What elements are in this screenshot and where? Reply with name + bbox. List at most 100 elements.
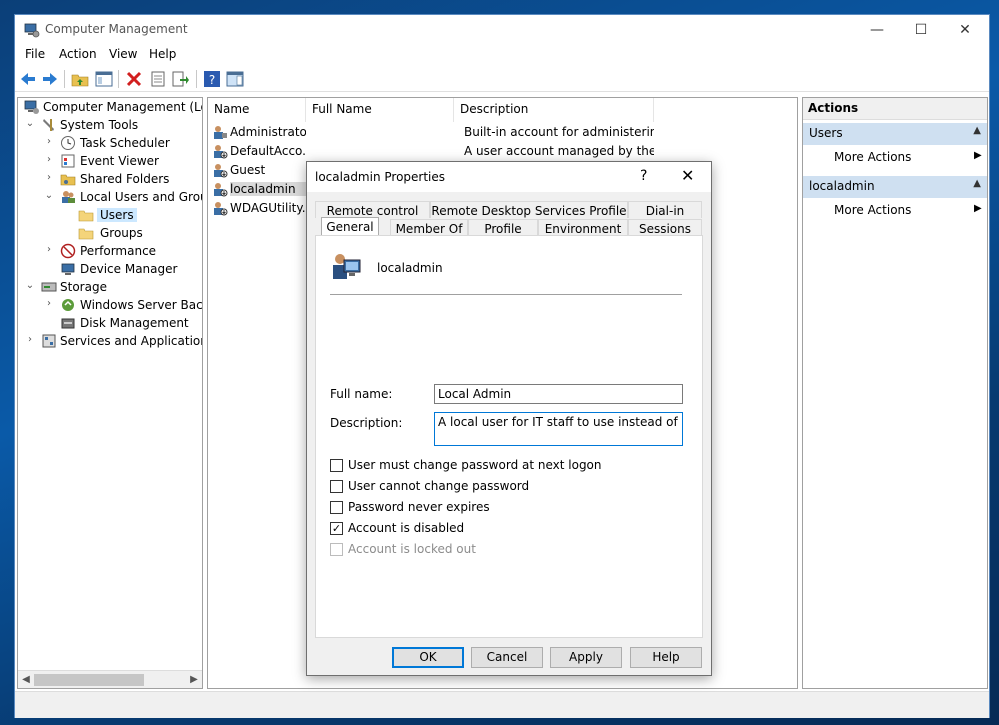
menu-action[interactable]: Action (59, 47, 97, 61)
table-row[interactable]: Administrator Built-in account for admin… (212, 123, 662, 142)
tree-label: Device Manager (80, 262, 178, 276)
tree-item-users[interactable]: Users (22, 207, 202, 225)
chevron-down-icon[interactable]: ⌄ (44, 190, 54, 204)
services-icon (42, 334, 56, 348)
checkbox-box[interactable] (330, 501, 343, 514)
chevron-right-icon[interactable]: › (44, 172, 54, 186)
show-hide-tree-icon[interactable] (95, 70, 113, 88)
more-actions-localadmin[interactable]: More Actions ▶ (834, 203, 984, 217)
export-list-icon[interactable] (171, 70, 189, 88)
console-tree[interactable]: Computer Management (Local ⌄ System Tool… (17, 97, 203, 689)
tab-sessions[interactable]: Sessions (628, 219, 702, 236)
tree-item-performance[interactable]: › Performance (22, 243, 202, 261)
tab-environment[interactable]: Environment (538, 219, 628, 236)
menu-file[interactable]: File (25, 47, 45, 61)
checkbox-account-disabled[interactable]: ✓ Account is disabled (330, 521, 630, 537)
forward-arrow-icon[interactable] (41, 70, 59, 88)
checkbox-label: Password never expires (348, 500, 490, 514)
tree-item-storage[interactable]: ⌄ Storage (22, 279, 202, 297)
actions-section-localadmin[interactable]: localadmin ▲ (803, 176, 987, 198)
close-icon[interactable]: ✕ (681, 166, 694, 185)
chevron-down-icon[interactable]: ⌄ (25, 118, 35, 132)
tab-dial-in[interactable]: Dial-in (628, 201, 702, 218)
column-header-name[interactable]: Name (208, 98, 306, 122)
user-name: Guest (230, 163, 266, 177)
checkbox-must-change-password[interactable]: User must change password at next logon (330, 458, 630, 474)
help-button[interactable]: Help (630, 647, 702, 668)
storage-icon (41, 282, 57, 292)
checkmark-icon[interactable]: ✓ (330, 522, 343, 535)
disk-icon (61, 318, 75, 329)
full-name-input[interactable] (434, 384, 683, 404)
clock-icon (61, 136, 75, 150)
computer-management-icon (24, 23, 40, 38)
more-actions-label: More Actions (834, 150, 912, 164)
tree-item-event-viewer[interactable]: › Event Viewer (22, 153, 202, 171)
maximize-button[interactable]: ☐ (901, 18, 941, 42)
device-manager-icon (61, 263, 75, 275)
chevron-right-icon[interactable]: › (44, 298, 54, 312)
collapse-up-icon[interactable]: ▲ (973, 178, 981, 189)
user-description: A user account managed by the s... (464, 144, 654, 158)
section-label: localadmin (809, 179, 875, 193)
ok-button[interactable]: OK (392, 647, 464, 668)
scroll-right-icon[interactable]: ▶ (187, 673, 201, 687)
chevron-right-icon[interactable]: › (44, 244, 54, 258)
checkbox-password-never-expires[interactable]: Password never expires (330, 500, 630, 516)
tree-item-shared-folders[interactable]: › Shared Folders (22, 171, 202, 189)
tab-member-of[interactable]: Member Of (390, 219, 468, 236)
section-label: Users (809, 126, 843, 140)
tab-profile[interactable]: Profile (468, 219, 538, 236)
tree-item-disk-management[interactable]: Disk Management (22, 315, 202, 333)
column-header-full-name[interactable]: Full Name (306, 98, 454, 122)
tree-label: Event Viewer (80, 154, 159, 168)
help-question-icon[interactable]: ? (640, 168, 647, 184)
chevron-right-icon[interactable]: › (25, 334, 35, 348)
delete-x-icon[interactable] (125, 70, 143, 88)
user-description: Built-in account for administering... (464, 125, 654, 139)
scrollbar-thumb[interactable] (34, 674, 144, 686)
actions-title: Actions (803, 98, 987, 120)
back-arrow-icon[interactable] (19, 70, 37, 88)
chevron-right-icon[interactable]: › (44, 154, 54, 168)
tree-item-task-scheduler[interactable]: › Task Scheduler (22, 135, 202, 153)
checkbox-box[interactable] (330, 459, 343, 472)
tree-item-windows-server-backup[interactable]: › Windows Server Backup (22, 297, 202, 315)
apply-button[interactable]: Apply (550, 647, 622, 668)
tab-general[interactable]: General (321, 217, 379, 237)
help-icon[interactable]: ? (203, 70, 221, 88)
chevron-right-icon[interactable]: › (44, 136, 54, 150)
title-bar: Computer Management — ☐ ✕ (15, 15, 989, 45)
properties-icon[interactable] (149, 70, 167, 88)
disabled-user-icon (214, 183, 228, 197)
collapse-up-icon[interactable]: ▲ (973, 125, 981, 136)
cancel-button[interactable]: Cancel (471, 647, 543, 668)
toolbar: ? (15, 66, 989, 92)
menu-view[interactable]: View (109, 47, 137, 61)
checkbox-cannot-change-password[interactable]: User cannot change password (330, 479, 630, 495)
tree-item-services-apps[interactable]: › Services and Applications (22, 333, 202, 351)
tree-item-groups[interactable]: Groups (22, 225, 202, 243)
chevron-down-icon[interactable]: ⌄ (25, 280, 35, 294)
tree-horizontal-scrollbar[interactable]: ◀ ▶ (18, 670, 202, 688)
scroll-left-icon[interactable]: ◀ (19, 673, 33, 687)
disabled-user-icon (214, 164, 228, 178)
description-input[interactable] (434, 412, 683, 446)
close-window-button[interactable]: ✕ (945, 18, 985, 42)
column-header-description[interactable]: Description (454, 98, 654, 122)
tab-remote-desktop-services-profile[interactable]: Remote Desktop Services Profile (430, 201, 628, 218)
tree-item-device-manager[interactable]: Device Manager (22, 261, 202, 279)
actions-section-users[interactable]: Users ▲ (803, 123, 987, 145)
minimize-button[interactable]: — (857, 18, 897, 42)
more-actions-users[interactable]: More Actions ▶ (834, 150, 984, 164)
tab-remote-control[interactable]: Remote control (315, 201, 430, 218)
table-row[interactable]: DefaultAcco... A user account managed by… (212, 142, 662, 161)
menu-help[interactable]: Help (149, 47, 176, 61)
action-pane-icon[interactable] (226, 70, 244, 88)
tree-root[interactable]: Computer Management (Local (22, 99, 202, 117)
tree-item-local-users-groups[interactable]: ⌄ Local Users and Groups (22, 189, 202, 207)
tree-label: Shared Folders (80, 172, 170, 186)
checkbox-box[interactable] (330, 480, 343, 493)
tree-item-system-tools[interactable]: ⌄ System Tools (22, 117, 202, 135)
up-folder-icon[interactable] (71, 70, 89, 88)
